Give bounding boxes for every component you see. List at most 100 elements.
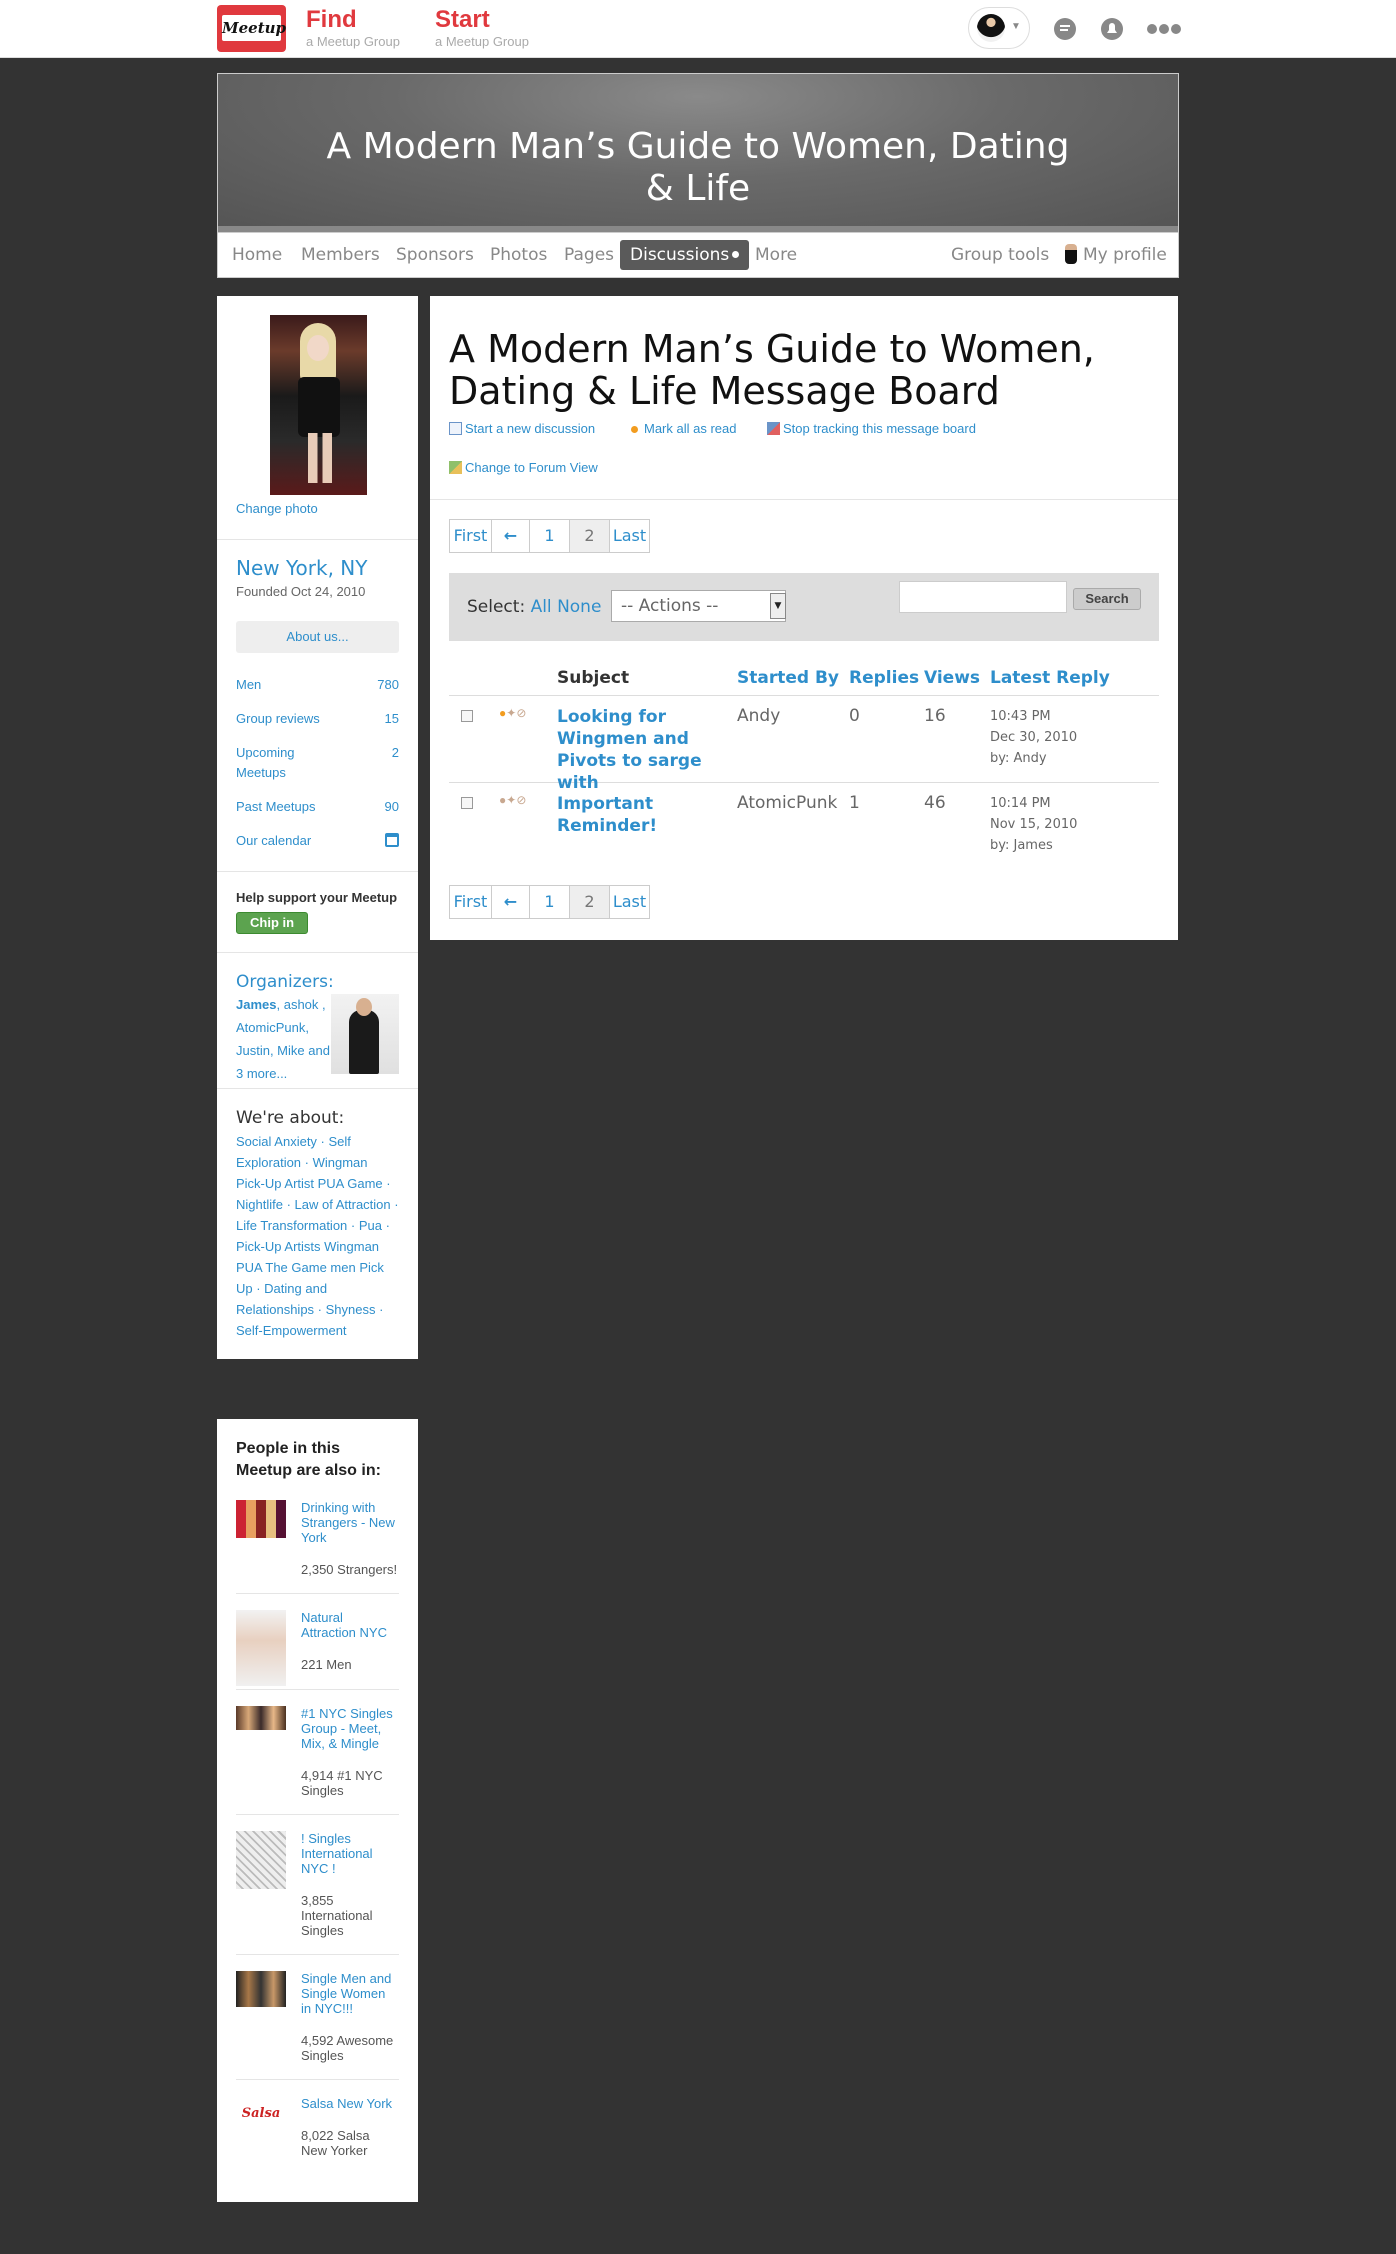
start-discussion-link[interactable]: Start a new discussion xyxy=(449,421,595,436)
dropdown-arrow-icon: ▼ xyxy=(770,593,786,619)
discussion-subject-link[interactable]: Looking for Wingmen and Pivots to sarge … xyxy=(557,706,722,794)
group-name[interactable]: Natural Attraction NYC xyxy=(301,1610,399,1640)
ignore-icon[interactable]: ⊘ xyxy=(516,793,526,807)
find-group-link[interactable]: Find a Meetup Group xyxy=(306,6,400,50)
organizer-photo[interactable] xyxy=(331,994,399,1074)
group-name[interactable]: Single Men and Single Women in NYC!!! xyxy=(301,1971,399,2016)
group-name[interactable]: #1 NYC Singles Group - Meet, Mix, & Ming… xyxy=(301,1706,399,1751)
tab-discussions[interactable]: Discussions xyxy=(620,240,750,270)
tab-group-tools[interactable]: Group tools xyxy=(941,240,1059,270)
list-item[interactable]: Single Men and Single Women in NYC!!! 4,… xyxy=(236,1971,399,2080)
messages-icon[interactable] xyxy=(1052,16,1078,42)
start-sublabel: a Meetup Group xyxy=(435,34,529,49)
more-options-icon[interactable] xyxy=(1146,16,1182,42)
user-avatar xyxy=(977,14,1005,42)
actions-dropdown[interactable]: -- Actions -- ▼ xyxy=(611,590,786,622)
page-2-current: 2 xyxy=(570,520,610,552)
pin-icon[interactable]: ✦ xyxy=(506,793,516,807)
group-count: 221 Men xyxy=(301,1657,352,1672)
stat-calendar[interactable]: Our calendar xyxy=(236,831,399,851)
discussion-subject-link[interactable]: Important Reminder! xyxy=(557,793,722,837)
stat-members[interactable]: Men 780 xyxy=(236,675,399,695)
list-item[interactable]: Drinking with Strangers - New York 2,350… xyxy=(236,1500,399,1594)
select-all-link[interactable]: All xyxy=(531,597,552,617)
last-page-link[interactable]: Last xyxy=(610,886,649,918)
top-navigation-bar: Meetup Find a Meetup Group Start a Meetu… xyxy=(0,0,1396,58)
row-checkbox[interactable] xyxy=(461,797,473,809)
start-group-link[interactable]: Start a Meetup Group xyxy=(435,6,529,50)
tab-home[interactable]: Home xyxy=(222,240,292,270)
find-label: Find xyxy=(306,6,357,33)
about-us-button[interactable]: About us... xyxy=(236,621,399,653)
row-checkbox[interactable] xyxy=(461,710,473,722)
last-page-link[interactable]: Last xyxy=(610,520,649,552)
about-topics-section: We're about: Social Anxiety · Self Explo… xyxy=(217,1089,418,1359)
chip-in-section: Help support your Meetup Chip in xyxy=(217,872,418,953)
search-input[interactable] xyxy=(899,581,1067,613)
group-name[interactable]: Drinking with Strangers - New York xyxy=(301,1500,399,1545)
list-item[interactable]: Salsa Salsa New York 8,022 Salsa New Yor… xyxy=(236,2096,399,2176)
mark-all-read-link[interactable]: Mark all as read xyxy=(631,421,736,436)
page-1-link[interactable]: 1 xyxy=(530,886,570,918)
stat-upcoming[interactable]: Upcoming Meetups 2 xyxy=(236,743,399,783)
list-item[interactable]: Natural Attraction NYC 221 Men xyxy=(236,1610,399,1690)
page-1-link[interactable]: 1 xyxy=(530,520,570,552)
table-row: ●✦⊘ Important Reminder! AtomicPunk 1 46 … xyxy=(449,783,1159,870)
arrow-left-icon[interactable]: ← xyxy=(492,520,530,552)
latest-reply[interactable]: 10:14 PM Nov 15, 2010 by: James xyxy=(990,793,1077,856)
arrow-left-icon[interactable]: ← xyxy=(492,886,530,918)
column-latest-reply[interactable]: Latest Reply xyxy=(990,668,1110,688)
column-views[interactable]: Views xyxy=(924,668,980,688)
group-count: 2,350 Strangers! xyxy=(301,1562,398,1577)
forum-view-link[interactable]: Change to Forum View xyxy=(449,460,598,475)
ignore-icon[interactable]: ⊘ xyxy=(516,706,526,720)
group-thumbnail xyxy=(236,1971,286,2007)
chip-in-button[interactable]: Chip in xyxy=(236,912,309,934)
group-title[interactable]: A Modern Man’s Guide to Women, Dating & … xyxy=(318,126,1078,210)
stat-reviews[interactable]: Group reviews 15 xyxy=(236,709,399,729)
notifications-icon[interactable] xyxy=(1099,16,1125,42)
change-photo-link[interactable]: Change photo xyxy=(236,501,318,516)
calendar-icon xyxy=(385,833,399,847)
tab-members[interactable]: Members xyxy=(291,240,390,270)
tab-more[interactable]: More xyxy=(745,240,807,270)
organizer-names[interactable]: James, ashok , AtomicPunk, Justin, Mike … xyxy=(236,993,332,1085)
group-city[interactable]: New York, NY xyxy=(236,556,399,580)
tab-discussions-label: Discussions xyxy=(630,245,730,265)
topic-links[interactable]: Social Anxiety · Self Exploration · Wing… xyxy=(236,1131,399,1341)
first-page-link[interactable]: First xyxy=(450,520,492,552)
stop-tracking-link[interactable]: Stop tracking this message board xyxy=(767,421,976,436)
table-row: ●✦⊘ Looking for Wingmen and Pivots to sa… xyxy=(449,696,1159,793)
profile-menu[interactable]: ▼ xyxy=(968,7,1030,49)
reply-count: 0 xyxy=(849,706,860,726)
meetup-logo[interactable]: Meetup xyxy=(217,5,286,52)
organizers-title[interactable]: Organizers: xyxy=(236,971,399,993)
latest-reply[interactable]: 10:43 PM Dec 30, 2010 by: Andy xyxy=(990,706,1077,769)
status-flags: ●✦⊘ xyxy=(499,793,526,807)
column-started-by[interactable]: Started By xyxy=(737,668,839,688)
about-title: We're about: xyxy=(236,1108,345,1128)
reply-count: 1 xyxy=(849,793,860,813)
tab-photos[interactable]: Photos xyxy=(480,240,557,270)
group-count: 4,914 #1 NYC Singles xyxy=(301,1768,383,1798)
tab-pages[interactable]: Pages xyxy=(554,240,624,270)
select-none-link[interactable]: None xyxy=(557,597,601,617)
chevron-down-icon: ▼ xyxy=(1011,21,1021,32)
group-name[interactable]: ! Singles International NYC ! xyxy=(301,1831,399,1876)
search-button[interactable]: Search xyxy=(1073,588,1141,610)
also-in-panel: People in this Meetup are also in: Drink… xyxy=(217,1419,418,2202)
tab-sponsors[interactable]: Sponsors xyxy=(386,240,484,270)
first-page-link[interactable]: First xyxy=(450,886,492,918)
pin-icon[interactable]: ✦ xyxy=(506,706,516,720)
list-item[interactable]: #1 NYC Singles Group - Meet, Mix, & Ming… xyxy=(236,1706,399,1815)
tab-my-profile[interactable]: My profile xyxy=(1055,240,1177,270)
status-flags: ●✦⊘ xyxy=(499,706,526,720)
discussion-table: Subject Started By Replies Views Latest … xyxy=(449,660,1159,870)
select-label: Select: All None xyxy=(467,597,602,617)
column-replies[interactable]: Replies xyxy=(849,668,919,688)
group-photo[interactable] xyxy=(270,315,367,495)
group-name[interactable]: Salsa New York xyxy=(301,2096,399,2111)
founded-date: Founded Oct 24, 2010 xyxy=(236,584,366,599)
stat-past[interactable]: Past Meetups 90 xyxy=(236,797,399,817)
list-item[interactable]: ! Singles International NYC ! 3,855 Inte… xyxy=(236,1831,399,1955)
